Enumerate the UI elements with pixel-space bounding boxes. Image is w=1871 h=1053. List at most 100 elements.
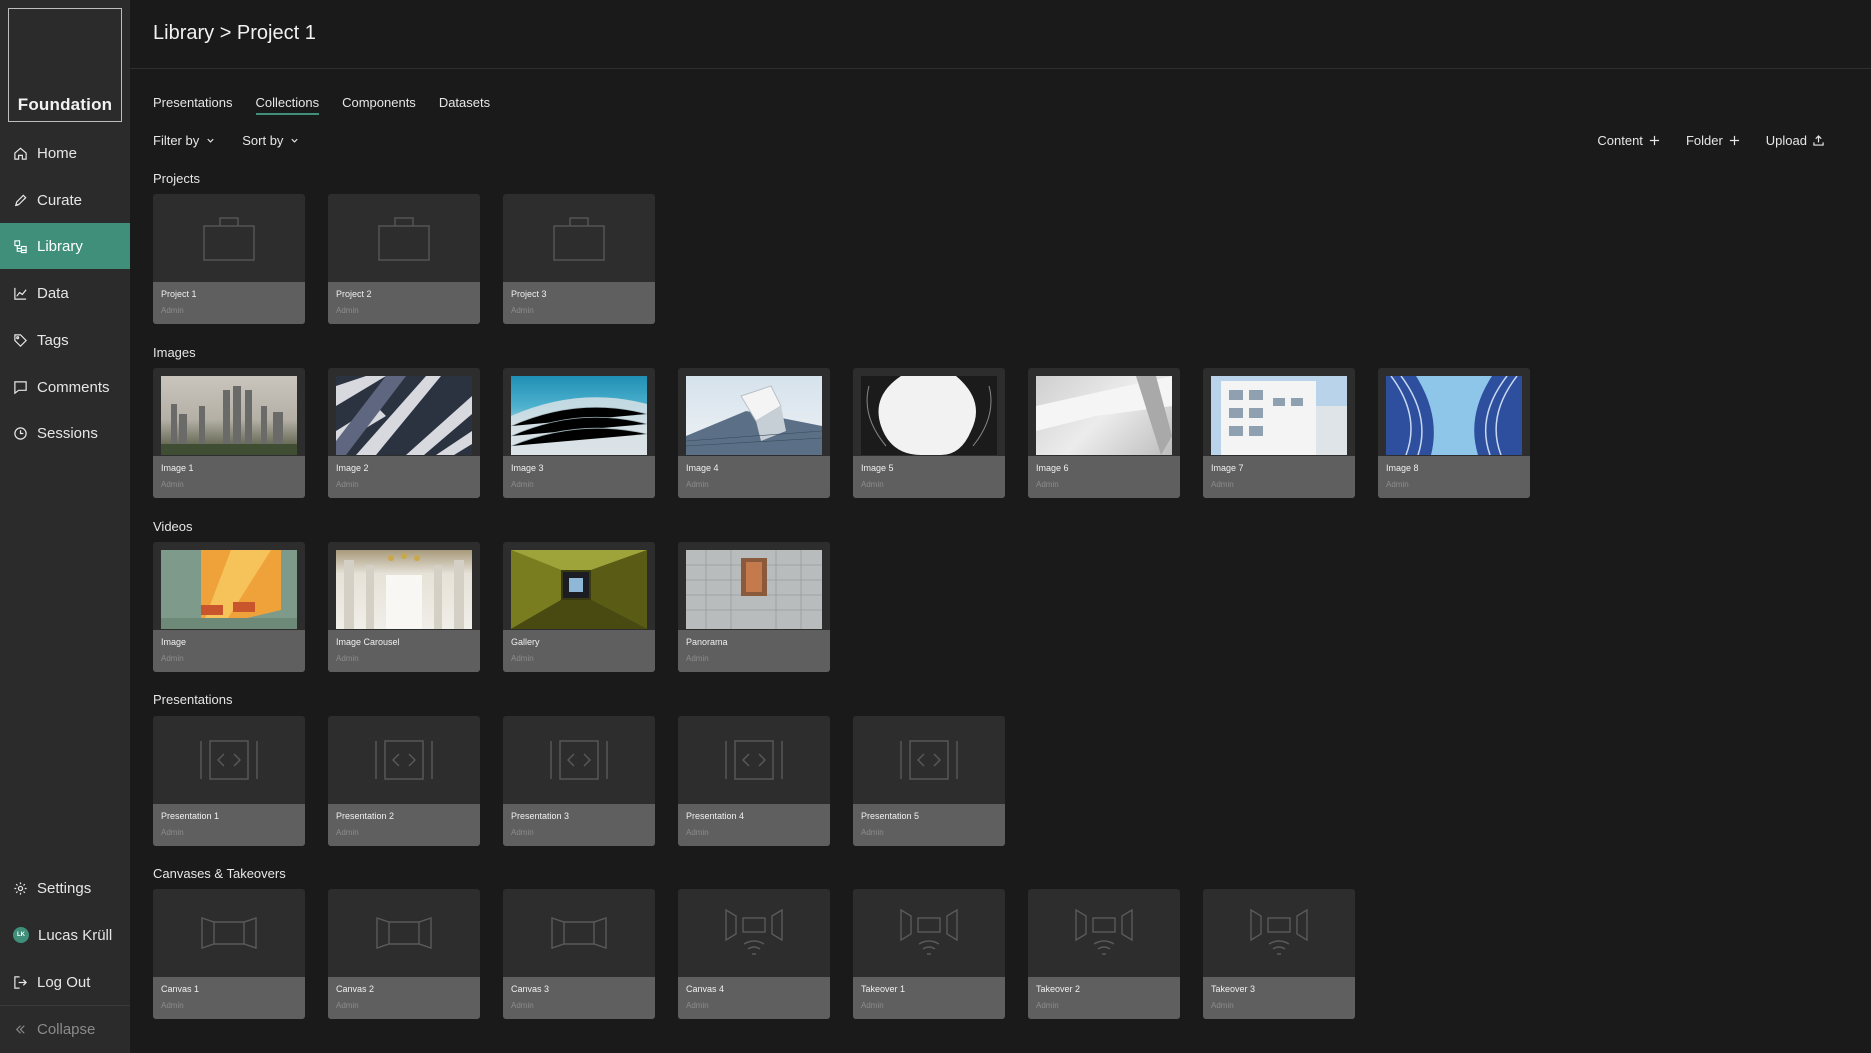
image-thumbnail bbox=[336, 376, 472, 455]
card-footer: Presentation 4 Admin bbox=[678, 804, 830, 846]
logo[interactable]: Foundation bbox=[8, 8, 122, 122]
card-owner: Admin bbox=[1386, 480, 1409, 489]
card-owner: Admin bbox=[1036, 1001, 1059, 1010]
sidebar-item-tags[interactable]: Tags bbox=[0, 317, 130, 363]
card-footer: Image 8 Admin bbox=[1378, 456, 1530, 498]
sidebar-item-logout[interactable]: Log Out bbox=[0, 959, 130, 1005]
video-thumbnail bbox=[686, 550, 822, 629]
presentation-card[interactable]: Presentation 2 Admin bbox=[328, 716, 480, 846]
card-title: Presentation 4 bbox=[686, 811, 745, 821]
video-card[interactable]: Panorama Admin bbox=[678, 542, 830, 672]
image-card[interactable]: Image 7 Admin bbox=[1203, 368, 1355, 498]
card-title: Image 5 bbox=[861, 463, 894, 473]
sidebar-item-label: Curate bbox=[37, 191, 83, 209]
section-label-canvases: Canvases & Takeovers bbox=[153, 866, 286, 881]
add-folder-button[interactable]: Folder bbox=[1686, 133, 1740, 148]
content-label: Content bbox=[1597, 133, 1643, 148]
briefcase-icon bbox=[503, 194, 655, 281]
canvas-icon bbox=[153, 889, 305, 976]
card-owner: Admin bbox=[511, 1001, 534, 1010]
project-card[interactable]: Project 3 Admin bbox=[503, 194, 655, 324]
card-footer: Takeover 1 Admin bbox=[853, 977, 1005, 1019]
video-card[interactable]: Image Admin bbox=[153, 542, 305, 672]
images-row: Image 1 Admin Image 2 Admin Image 3 Admi… bbox=[153, 368, 1530, 498]
card-owner: Admin bbox=[161, 306, 184, 315]
tab-collections[interactable]: Collections bbox=[255, 95, 320, 115]
tag-icon bbox=[14, 333, 27, 347]
image-card[interactable]: Image 4 Admin bbox=[678, 368, 830, 498]
takeover-card[interactable]: Takeover 1 Admin bbox=[853, 889, 1005, 1019]
presentation-code-icon bbox=[853, 716, 1005, 803]
double-chevron-left-icon bbox=[15, 1024, 25, 1034]
sidebar-item-comments[interactable]: Comments bbox=[0, 364, 130, 410]
presentation-code-icon bbox=[503, 716, 655, 803]
video-thumbnail bbox=[511, 550, 647, 629]
logout-icon bbox=[14, 975, 27, 989]
card-footer: Project 1 Admin bbox=[153, 282, 305, 324]
image-card[interactable]: Image 8 Admin bbox=[1378, 368, 1530, 498]
card-owner: Admin bbox=[336, 1001, 359, 1010]
card-title: Presentation 1 bbox=[161, 811, 220, 821]
card-owner: Admin bbox=[686, 480, 709, 489]
sidebar-collapse-button[interactable]: Collapse bbox=[0, 1006, 130, 1052]
card-footer: Image 4 Admin bbox=[678, 456, 830, 498]
sidebar-item-home[interactable]: Home bbox=[0, 130, 130, 176]
videos-row: Image Admin Image Carousel Admin Gallery… bbox=[153, 542, 830, 672]
image-card[interactable]: Image 6 Admin bbox=[1028, 368, 1180, 498]
sidebar-item-curate[interactable]: Curate bbox=[0, 177, 130, 223]
video-card[interactable]: Image Carousel Admin bbox=[328, 542, 480, 672]
breadcrumb[interactable]: Library > Project 1 bbox=[153, 22, 316, 45]
project-card[interactable]: Project 1 Admin bbox=[153, 194, 305, 324]
takeover-card[interactable]: Takeover 2 Admin bbox=[1028, 889, 1180, 1019]
presentation-card[interactable]: Presentation 3 Admin bbox=[503, 716, 655, 846]
sidebar-item-label: Library bbox=[37, 237, 83, 255]
canvas-card[interactable]: Canvas 3 Admin bbox=[503, 889, 655, 1019]
tab-components[interactable]: Components bbox=[342, 95, 416, 115]
card-footer: Image 5 Admin bbox=[853, 456, 1005, 498]
filter-button[interactable]: Filter by bbox=[153, 133, 216, 148]
sidebar-item-user[interactable]: LK Lucas Krüll bbox=[0, 912, 130, 958]
card-footer: Canvas 3 Admin bbox=[503, 977, 655, 1019]
canvas-card[interactable]: Canvas 2 Admin bbox=[328, 889, 480, 1019]
sidebar-item-data[interactable]: Data bbox=[0, 270, 130, 316]
takeover-card[interactable]: Takeover 3 Admin bbox=[1203, 889, 1355, 1019]
card-footer: Image Admin bbox=[153, 630, 305, 672]
card-title: Canvas 1 bbox=[161, 984, 200, 994]
image-card[interactable]: Image 1 Admin bbox=[153, 368, 305, 498]
image-card[interactable]: Image 2 Admin bbox=[328, 368, 480, 498]
upload-button[interactable]: Upload bbox=[1766, 133, 1824, 148]
sidebar-item-label: Log Out bbox=[37, 973, 91, 991]
card-title: Image 7 bbox=[1211, 463, 1244, 473]
card-footer: Presentation 2 Admin bbox=[328, 804, 480, 846]
presentation-card[interactable]: Presentation 5 Admin bbox=[853, 716, 1005, 846]
image-card[interactable]: Image 3 Admin bbox=[503, 368, 655, 498]
card-title: Takeover 3 bbox=[1211, 984, 1256, 994]
card-owner: Admin bbox=[1036, 480, 1059, 489]
canvas-card[interactable]: Canvas 1 Admin bbox=[153, 889, 305, 1019]
add-content-button[interactable]: Content bbox=[1597, 133, 1660, 148]
card-owner: Admin bbox=[161, 654, 184, 663]
video-card[interactable]: Gallery Admin bbox=[503, 542, 655, 672]
pencil-icon bbox=[14, 193, 27, 206]
tab-presentations[interactable]: Presentations bbox=[153, 95, 233, 115]
video-thumbnail bbox=[336, 550, 472, 629]
sidebar-item-label: Settings bbox=[37, 879, 92, 897]
sidebar-item-library[interactable]: Library bbox=[0, 223, 130, 269]
card-title: Presentation 2 bbox=[336, 811, 395, 821]
card-owner: Admin bbox=[1211, 480, 1234, 489]
card-footer: Takeover 2 Admin bbox=[1028, 977, 1180, 1019]
plus-icon bbox=[1649, 135, 1660, 146]
sidebar-item-label: Home bbox=[37, 144, 78, 162]
tab-datasets[interactable]: Datasets bbox=[439, 95, 490, 115]
image-thumbnail bbox=[510, 376, 648, 455]
sort-button[interactable]: Sort by bbox=[242, 133, 300, 148]
canvas-card[interactable]: Canvas 4 Admin bbox=[678, 889, 830, 1019]
card-owner: Admin bbox=[161, 828, 184, 837]
project-card[interactable]: Project 2 Admin bbox=[328, 194, 480, 324]
sidebar-item-sessions[interactable]: Sessions bbox=[0, 410, 130, 456]
presentation-card[interactable]: Presentation 4 Admin bbox=[678, 716, 830, 846]
presentation-card[interactable]: Presentation 1 Admin bbox=[153, 716, 305, 846]
card-footer: Canvas 1 Admin bbox=[153, 977, 305, 1019]
sidebar-item-settings[interactable]: Settings bbox=[0, 865, 130, 911]
image-card[interactable]: Image 5 Admin bbox=[853, 368, 1005, 498]
